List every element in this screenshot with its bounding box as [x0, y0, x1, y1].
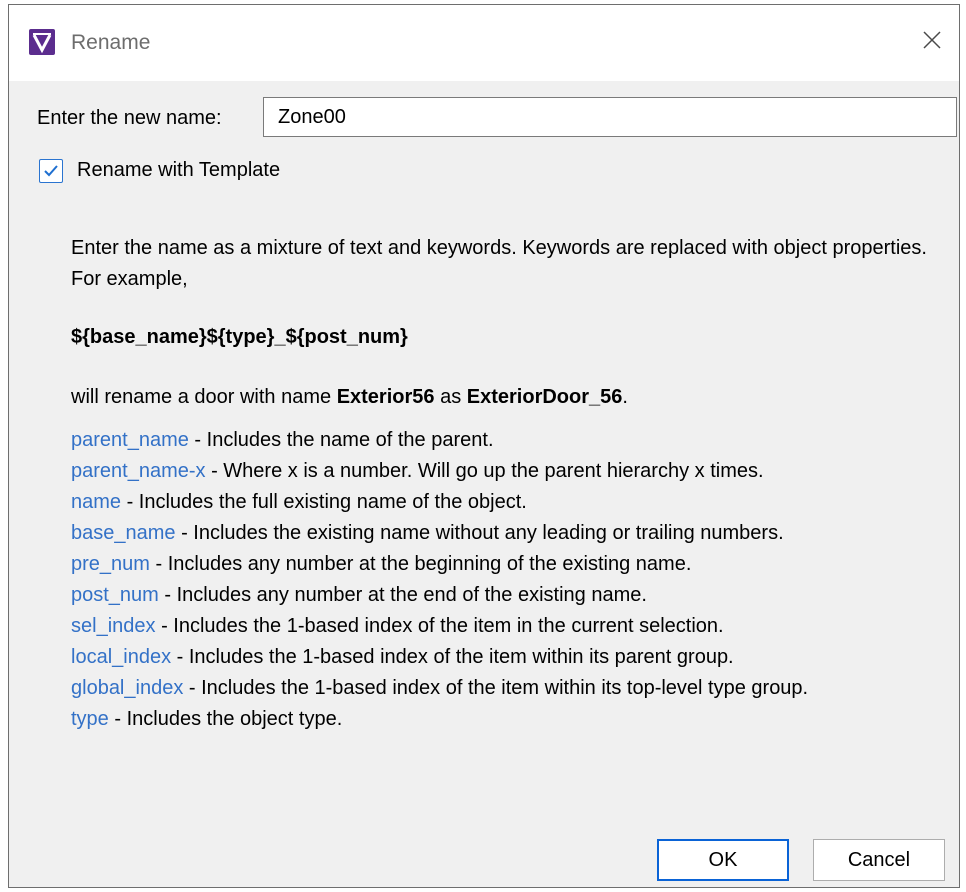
keyword-list: parent_name - Includes the name of the p… [71, 425, 951, 735]
keyword-row: parent_name - Includes the name of the p… [71, 425, 951, 456]
keyword-row: sel_index - Includes the 1-based index o… [71, 611, 951, 642]
keyword-description: - Includes the 1-based index of the item… [171, 646, 734, 668]
example-suffix: . [622, 386, 628, 408]
rename-with-template-checkbox[interactable] [39, 159, 63, 183]
keyword-description: - Includes the 1-based index of the item… [155, 615, 724, 637]
title-bar: Rename [9, 5, 959, 81]
keyword-description: - Includes the 1-based index of the item… [183, 677, 809, 699]
keyword-name: post_num [71, 584, 159, 606]
keyword-row: base_name - Includes the existing name w… [71, 518, 951, 549]
keyword-row: global_index - Includes the 1-based inde… [71, 673, 951, 704]
window-title: Rename [71, 31, 151, 54]
new-name-input[interactable] [263, 97, 957, 137]
v-logo-icon [29, 29, 55, 55]
rename-with-template-label[interactable]: Rename with Template [77, 159, 280, 182]
keyword-description: - Includes the name of the parent. [188, 429, 494, 451]
keyword-description: - Where x is a number. Will go up the pa… [205, 460, 764, 482]
rename-dialog: Rename Enter the new name: Rename with T… [8, 4, 960, 888]
keyword-name: sel_index [71, 615, 156, 637]
example-prefix: will rename a door with name [71, 386, 337, 408]
keyword-row: name - Includes the full existing name o… [71, 487, 951, 518]
keyword-name: local_index [71, 646, 172, 668]
close-icon [923, 31, 941, 49]
keyword-description: - Includes the full existing name of the… [121, 491, 527, 513]
keyword-row: type - Includes the object type. [71, 704, 951, 735]
keyword-row: local_index - Includes the 1-based index… [71, 642, 951, 673]
ok-button[interactable]: OK [657, 839, 789, 881]
cancel-button[interactable]: Cancel [813, 839, 945, 881]
new-name-label: Enter the new name: [37, 107, 222, 129]
help-intro: Enter the name as a mixture of text and … [71, 237, 927, 290]
template-example: ${base_name}${type}_${post_num} [71, 326, 408, 348]
keyword-row: pre_num - Includes any number at the beg… [71, 549, 951, 580]
keyword-name: parent_name [71, 429, 189, 451]
keyword-row: parent_name-x - Where x is a number. Wil… [71, 456, 951, 487]
keyword-description: - Includes the object type. [108, 708, 343, 730]
keyword-name: type [71, 708, 109, 730]
keyword-name: name [71, 491, 122, 513]
example-new-name: ExteriorDoor_56 [466, 386, 623, 408]
example-mid: as [434, 386, 467, 408]
close-button[interactable] [911, 19, 953, 61]
keyword-name: parent_name-x [71, 460, 206, 482]
keyword-name: global_index [71, 677, 184, 699]
keyword-name: base_name [71, 522, 176, 544]
checkmark-icon [44, 165, 58, 177]
keyword-row: post_num - Includes any number at the en… [71, 580, 951, 611]
keyword-description: - Includes the existing name without any… [175, 522, 784, 544]
keyword-description: - Includes any number at the beginning o… [149, 553, 692, 575]
example-sentence: will rename a door with name Exterior56 … [71, 382, 951, 413]
keyword-description: - Includes any number at the end of the … [158, 584, 647, 606]
help-text: Enter the name as a mixture of text and … [71, 233, 951, 735]
keyword-name: pre_num [71, 553, 150, 575]
example-old-name: Exterior56 [336, 386, 435, 408]
